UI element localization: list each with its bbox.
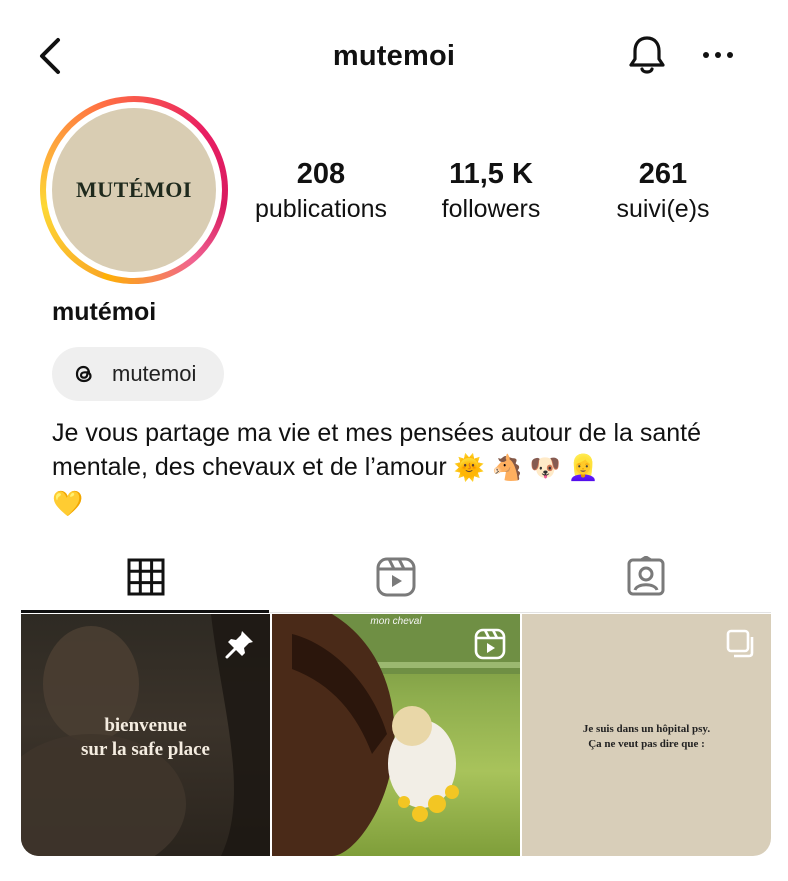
- horse-emoji: 🐴: [491, 454, 523, 483]
- tab-tagged[interactable]: [521, 540, 771, 614]
- yellow-heart-emoji: 💛: [52, 489, 84, 518]
- bell-icon[interactable]: [624, 32, 670, 78]
- post-2-caption: mon cheval: [370, 616, 422, 627]
- posts-grid: bienvenue sur la safe place mon cheval J…: [21, 614, 771, 856]
- threads-link-chip[interactable]: mutemoi: [52, 347, 224, 401]
- bio-text: Je vous partage ma vie et mes pensées au…: [52, 419, 701, 481]
- profile-full-name: mutémoi: [52, 298, 157, 326]
- post-3-caption: Je suis dans un hôpital psy. Ça ne veut …: [582, 723, 711, 750]
- active-tab-indicator: [21, 610, 269, 613]
- post-1-caption: bienvenue sur la safe place: [81, 715, 210, 760]
- avatar-frame: MUTÉMOI: [46, 102, 222, 278]
- stat-following[interactable]: 261 suivi(e)s: [600, 158, 726, 224]
- more-horizontal-icon[interactable]: [700, 48, 736, 62]
- stat-following-label: suivi(e)s: [616, 195, 710, 223]
- stat-publications-count: 208: [296, 158, 346, 190]
- threads-handle: mutemoi: [112, 361, 197, 386]
- profile-bio: Je vous partage ma vie et mes pensées au…: [52, 416, 742, 521]
- stat-followers[interactable]: 11,5 K followers: [428, 158, 554, 224]
- story-ring[interactable]: MUTÉMOI: [40, 96, 228, 284]
- tab-posts[interactable]: [21, 540, 271, 614]
- tab-reels[interactable]: [271, 540, 521, 614]
- top-bar: mutemoi: [0, 0, 788, 112]
- sun-emoji: 🌞: [453, 454, 485, 483]
- blonde-woman-emoji: 👱‍♀️: [567, 454, 600, 483]
- stat-publications[interactable]: 208 publications: [246, 158, 396, 224]
- reels-icon: [376, 557, 416, 597]
- grid-icon: [127, 558, 165, 596]
- reels-badge-icon: [474, 628, 506, 660]
- stat-followers-label: followers: [441, 195, 541, 223]
- tagged-icon: [627, 556, 665, 596]
- profile-tabs: [0, 540, 788, 614]
- dog-emoji: 🐶: [529, 454, 561, 483]
- post-thumbnail-3[interactable]: Je suis dans un hôpital psy. Ça ne veut …: [522, 614, 771, 856]
- stat-following-count: 261: [638, 158, 688, 190]
- carousel-icon: [726, 629, 754, 658]
- threads-icon: [75, 365, 92, 383]
- pin-icon: [225, 631, 253, 659]
- post-thumbnail-1[interactable]: bienvenue sur la safe place: [21, 614, 270, 856]
- avatar-logo-text: MUTÉMOI: [76, 177, 192, 202]
- avatar: MUTÉMOI: [52, 108, 216, 272]
- post-thumbnail-2[interactable]: mon cheval: [272, 614, 520, 856]
- stat-followers-count: 11,5 K: [449, 158, 533, 190]
- stat-publications-label: publications: [254, 195, 388, 223]
